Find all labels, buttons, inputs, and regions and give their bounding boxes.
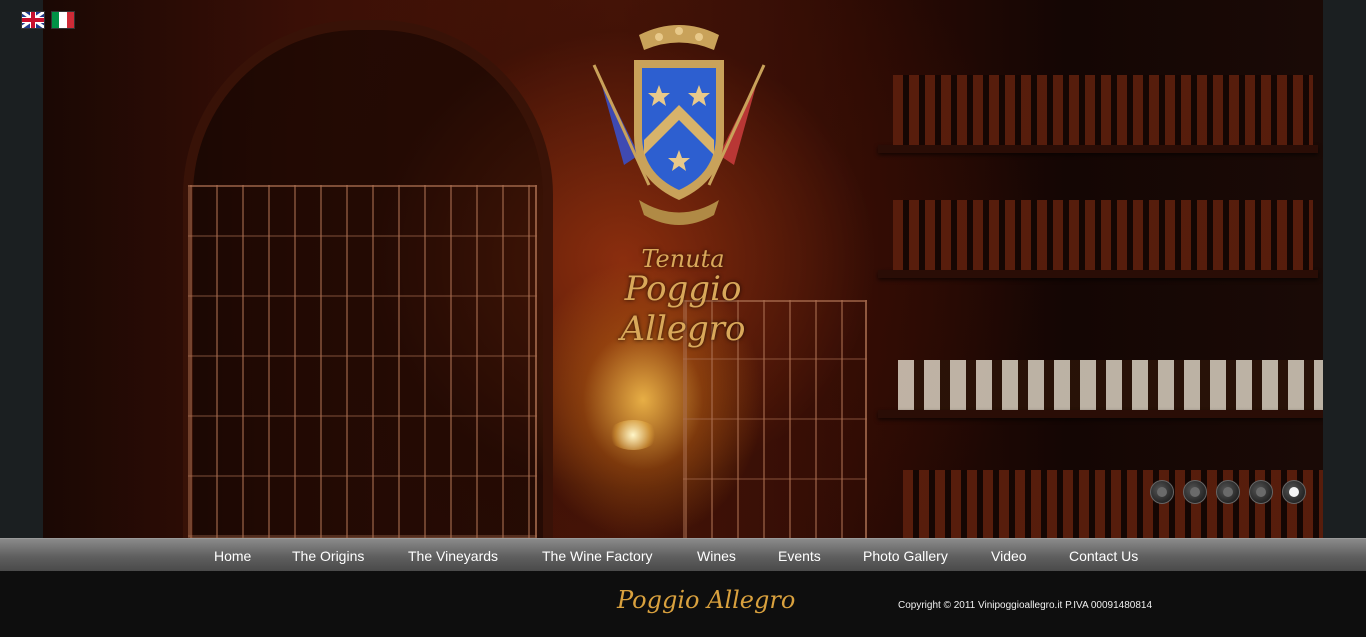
wine-shelf [878,410,1323,418]
bottle-row [893,200,1313,270]
nav-events[interactable]: Events [778,548,821,564]
slide-dot[interactable] [1249,480,1273,504]
nav-video[interactable]: Video [991,548,1027,564]
nav-wines[interactable]: Wines [697,548,736,564]
right-margin [1323,0,1366,538]
left-margin [0,0,43,538]
wine-shelf [878,270,1318,278]
footer-brand: Poggio Allegro [617,586,796,614]
italy-flag-icon[interactable] [51,11,75,29]
nav-the-vineyards[interactable]: The Vineyards [408,548,498,564]
nav-the-wine-factory[interactable]: The Wine Factory [542,548,652,564]
language-switcher [21,11,75,29]
hero-slideshow: Tenuta Poggio Allegro [43,0,1323,538]
wine-shelf [878,145,1318,153]
lantern-light [608,420,658,450]
nav-photo-gallery[interactable]: Photo Gallery [863,548,948,564]
slide-dot[interactable] [1216,480,1240,504]
slide-indicators [1150,480,1306,504]
brand-line-2: Poggio Allegro [620,269,746,349]
uk-flag-icon[interactable] [21,11,45,29]
main-navigation: Home The Origins The Vineyards The Wine … [0,538,1366,571]
nav-home[interactable]: Home [214,548,251,564]
slide-dot-active[interactable] [1282,480,1306,504]
slide-dot[interactable] [1183,480,1207,504]
slide-dot[interactable] [1150,480,1174,504]
nav-contact-us[interactable]: Contact Us [1069,548,1138,564]
bottle-labels [898,360,1323,410]
copyright-text: Copyright © 2011 Vinipoggioallegro.it P.… [898,600,1153,611]
bottle-row [893,75,1313,145]
coat-of-arms-icon [592,25,766,225]
nav-the-origins[interactable]: The Origins [292,548,364,564]
iron-grille [188,185,537,538]
brand-title: Tenuta Poggio Allegro [563,245,803,349]
footer: Poggio Allegro Copyright © 2011 Vinipogg… [0,571,1366,637]
